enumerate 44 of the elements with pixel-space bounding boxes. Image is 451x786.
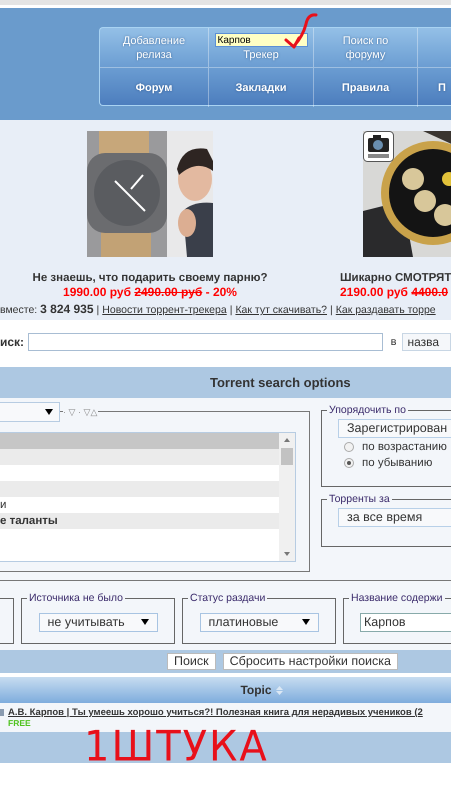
caret-icon	[140, 618, 148, 626]
group-legend: Упорядочить по	[327, 403, 408, 417]
sort-select[interactable]: Зарегистрирован	[338, 419, 451, 438]
search-field[interactable]	[28, 333, 383, 351]
topic-link[interactable]: А.В. Карпов | Ты умеешь хорошо учиться?! Полезная книга для нерадивых учеников (2	[8, 707, 423, 718]
in-label: в	[390, 336, 396, 348]
nav-link[interactable]: Новости торрент-трекера	[102, 304, 227, 316]
column-header[interactable]: Topic	[240, 683, 272, 697]
form-button[interactable]: Сбросить настройки поиска	[222, 653, 398, 670]
radio-button[interactable]	[344, 442, 354, 452]
radio-label: по возрастанию	[362, 441, 447, 453]
nav-link[interactable]: Закладки	[235, 80, 286, 94]
radio-button[interactable]	[344, 458, 354, 468]
filter-select[interactable]: платиновые	[200, 612, 318, 632]
period-select[interactable]: за все время	[338, 508, 451, 527]
nav-link[interactable]: Как тут скачивать?	[235, 304, 328, 316]
forum-select[interactable]	[0, 402, 60, 422]
group-legend: Название содержи	[349, 591, 445, 605]
search-label: иск:	[0, 335, 24, 349]
ad-title[interactable]: Не знаешь, что подарить своему парню?	[32, 271, 268, 285]
group-legend: Статус раздачи	[188, 591, 268, 605]
stats-line: вместе: 3 824 935 | Новости торрент-трекера | Как тут скачивать? | Как раздавать торре	[0, 302, 437, 317]
nav-link[interactable]: Форум	[136, 80, 172, 94]
scope-select[interactable]: назва	[402, 333, 451, 351]
form-button[interactable]: Поиск	[167, 653, 216, 670]
filter-select[interactable]: не учитывать	[38, 612, 158, 632]
scrollbar[interactable]	[279, 433, 295, 561]
nav-link[interactable]: Как раздавать торре	[336, 304, 436, 316]
ad-price: 1990.00 руб 2490.00 руб - 20%	[63, 285, 237, 299]
sort-icon	[276, 684, 283, 696]
ad-title[interactable]: Шикарно СМОТРЯТ	[340, 271, 451, 285]
caret-icon	[45, 408, 53, 416]
filter-input[interactable]: Карпов	[360, 612, 451, 632]
forum-list[interactable]: и е таланты	[0, 432, 296, 562]
forum-row[interactable]: е таланты	[0, 513, 279, 529]
section-title: Torrent search options	[210, 375, 351, 390]
group-legend: Торренты за	[327, 492, 392, 506]
radio-label: по убыванию	[362, 457, 432, 469]
search-field[interactable]: Карпов	[214, 33, 308, 47]
caret-icon	[302, 618, 310, 626]
topic-icon	[0, 707, 5, 717]
nav-link[interactable]: Правила	[342, 80, 390, 94]
ad-price: 2190.00 руб 4400.0	[340, 285, 448, 299]
scrollbar-thumb[interactable]	[281, 448, 293, 465]
